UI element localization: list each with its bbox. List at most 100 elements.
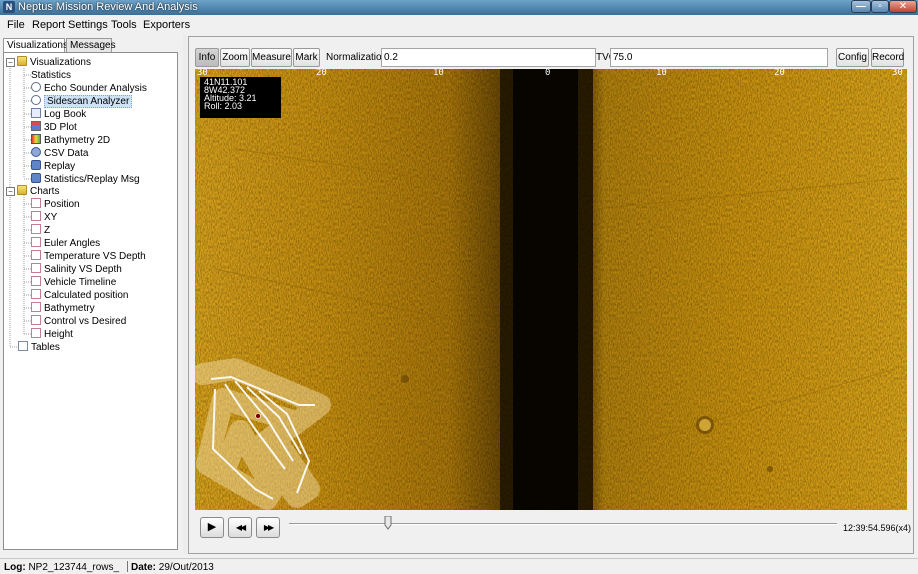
tree-node-label: Z (44, 225, 51, 236)
tree-node-tables[interactable]: Tables (18, 341, 60, 354)
open-folder-icon (17, 185, 27, 195)
tree-node-label: Replay (44, 161, 76, 172)
tree-node-replay[interactable]: Replay (31, 160, 75, 173)
tree-node-label: Bathymetry 2D (44, 135, 111, 146)
chart-icon (31, 289, 41, 299)
tree-node-chart-xy[interactable]: XY (31, 211, 57, 224)
window-title: Neptus Mission Review And Analysis (18, 1, 198, 13)
open-folder-icon (17, 56, 27, 66)
tree-node-chart-calculated-position[interactable]: Calculated position (31, 289, 129, 302)
menu-tools[interactable]: Tools (111, 19, 137, 31)
chart-icon (31, 328, 41, 338)
menu-settings[interactable]: Settings (68, 19, 108, 31)
clock-icon (31, 82, 41, 92)
menu-exporters[interactable]: Exporters (143, 19, 190, 31)
visualization-tree: − Visualizations Statistics Echo Sounder… (3, 52, 178, 550)
replay-icon (31, 160, 41, 170)
maximize-button[interactable]: ▫ (871, 0, 889, 13)
play-button[interactable]: ▶ (200, 517, 224, 538)
measure-button[interactable]: Measure (251, 48, 292, 67)
log-value: NP2_123744_rows_ (28, 562, 120, 573)
menu-file[interactable]: File (7, 19, 25, 31)
tree-node-bathymetry-2d[interactable]: Bathymetry 2D (31, 134, 110, 147)
tree-node-chart-position[interactable]: Position (31, 198, 80, 211)
neptus-app-icon: N (3, 1, 15, 13)
config-button[interactable]: Config (836, 48, 869, 67)
sidescan-image[interactable] (195, 69, 907, 510)
normalization-label: Normalization (326, 52, 388, 63)
menu-bar: File Report Settings Tools Exporters (0, 15, 918, 34)
tree-node-chart-height[interactable]: Height (31, 328, 73, 341)
menu-report[interactable]: Report (32, 19, 65, 31)
record-button[interactable]: Record (871, 48, 904, 67)
log-label: Log: (4, 562, 26, 573)
zoom-button[interactable]: Zoom (220, 48, 250, 67)
tree-node-chart-temperature-depth[interactable]: Temperature VS Depth (31, 250, 146, 263)
date-label: Date: (131, 562, 157, 573)
collapse-charts-icon[interactable]: − (6, 187, 15, 196)
csv-icon (31, 147, 41, 157)
book-icon (31, 108, 41, 118)
tree-node-charts[interactable]: Charts (17, 185, 59, 198)
info-button[interactable]: Info (195, 48, 219, 67)
tree-node-chart-euler-angles[interactable]: Euler Angles (31, 237, 100, 250)
close-button[interactable]: ✕ (889, 0, 917, 13)
vehicle-position-marker (255, 413, 261, 419)
ruler-label-stbd-20: 20 (774, 68, 785, 78)
ruler-label-stbd-30: 30 (892, 68, 903, 78)
tab-messages[interactable]: Messages (66, 38, 116, 53)
tree-node-sidescan-analyzer[interactable]: Sidescan Analyzer (31, 95, 133, 108)
tree-node-label: CSV Data (44, 148, 89, 159)
plot3d-icon (31, 121, 41, 131)
chart-icon (31, 198, 41, 208)
collapse-visualizations-icon[interactable]: − (6, 58, 15, 67)
status-date: Date: 29/Out/2013 (131, 562, 214, 573)
tree-node-label: Vehicle Timeline (44, 277, 117, 288)
tree-node-label: Log Book (44, 109, 87, 120)
tree-node-csv-data[interactable]: CSV Data (31, 147, 88, 160)
tree-node-log-book[interactable]: Log Book (31, 108, 86, 121)
tree-node-label: Statistics/Replay Msg (44, 174, 140, 185)
minimize-button[interactable]: — (851, 0, 871, 13)
tree-node-label: Visualizations (30, 57, 91, 68)
tree-node-label: 3D Plot (44, 122, 77, 133)
title-bar: N Neptus Mission Review And Analysis — ▫… (0, 0, 918, 15)
tree-node-label: Position (44, 199, 80, 210)
replay-icon (31, 173, 41, 183)
timeline-slider-thumb[interactable] (384, 516, 392, 530)
tree-node-label: Statistics (31, 70, 72, 81)
tree-node-label-selected: Sidescan Analyzer (44, 95, 133, 108)
tree-node-label: Tables (31, 342, 60, 353)
tree-node-echo-sounder[interactable]: Echo Sounder Analysis (31, 82, 147, 95)
tree-node-chart-control-desired[interactable]: Control vs Desired (31, 315, 126, 328)
bathymetry-icon (31, 134, 41, 144)
tvg-input[interactable] (610, 48, 828, 67)
tree-node-label: Calculated position (44, 290, 129, 301)
position-info-box: 41N11.101 8W42.372 Altitude: 3.21 Roll: … (200, 77, 281, 118)
normalization-input[interactable] (381, 48, 596, 67)
tree-node-visualizations[interactable]: Visualizations (17, 56, 91, 69)
chart-icon (31, 237, 41, 247)
fast-forward-button[interactable]: ▶▶ (256, 517, 280, 538)
chart-icon (31, 211, 41, 221)
tab-visualizations[interactable]: Visualizations (3, 38, 68, 53)
tree-node-chart-vehicle-timeline[interactable]: Vehicle Timeline (31, 276, 116, 289)
panel-splitter[interactable] (183, 34, 187, 554)
tree-node-3d-plot[interactable]: 3D Plot (31, 121, 77, 134)
timeline-slider-track[interactable] (289, 523, 837, 525)
tree-node-label: Euler Angles (44, 238, 101, 249)
chart-icon (31, 250, 41, 260)
tree-node-chart-z[interactable]: Z (31, 224, 50, 237)
tree-node-label: Height (44, 329, 73, 340)
tree-node-statistics[interactable]: Statistics (31, 69, 71, 82)
fast-forward-icon: ▶▶ (263, 523, 274, 532)
sidescan-waterfall (195, 69, 907, 510)
play-icon: ▶ (207, 521, 217, 533)
mark-button[interactable]: Mark (293, 48, 320, 67)
status-bar: Log: NP2_123744_rows_ Date: 29/Out/2013 (0, 558, 918, 574)
roll-readout: Roll: 2.03 (204, 101, 243, 111)
tree-node-chart-salinity-depth[interactable]: Salinity VS Depth (31, 263, 122, 276)
rewind-button[interactable]: ◀◀ (228, 517, 252, 538)
tree-node-label: Control vs Desired (44, 316, 127, 327)
tree-node-chart-bathymetry[interactable]: Bathymetry (31, 302, 95, 315)
